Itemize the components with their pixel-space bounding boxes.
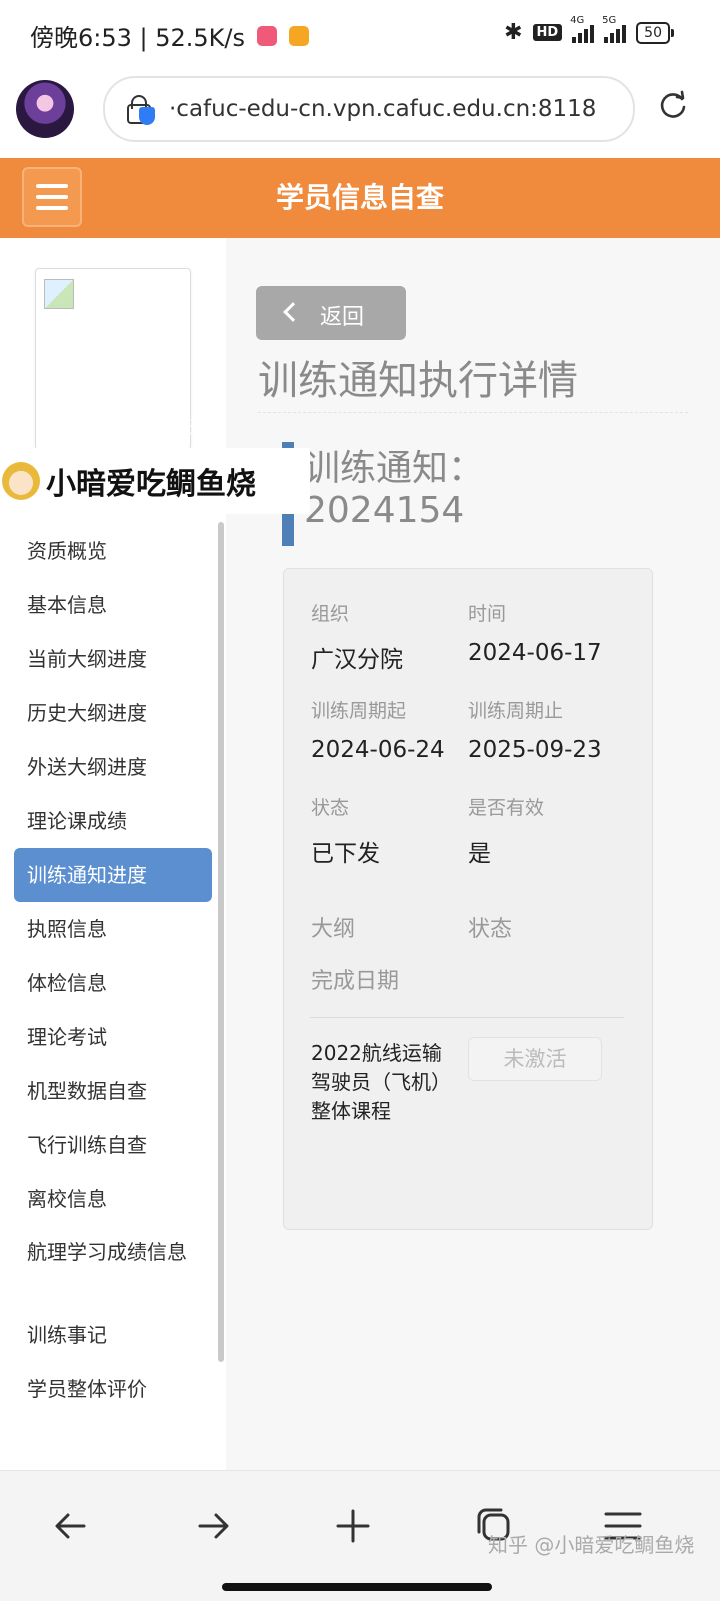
sidebar-item-medical-info[interactable]: 体检信息 xyxy=(14,956,212,1010)
sidebar-item-basic-info[interactable]: 基本信息 xyxy=(14,578,212,632)
time-field: 时间 2024-06-17 xyxy=(468,599,602,666)
card-divider xyxy=(310,1017,624,1018)
bluetooth-icon: ✱ xyxy=(504,20,523,45)
outline-column-header: 大纲 xyxy=(311,917,356,942)
notice-number: 2024154 xyxy=(304,490,465,531)
period-end-value: 2025-09-23 xyxy=(468,737,602,763)
new-tab-plus-icon[interactable] xyxy=(328,1501,378,1551)
hd-badge: HD xyxy=(532,24,563,41)
status-time-speed: 傍晚6:53 | 52.5K/s xyxy=(30,24,246,52)
course-name: 2022航线运输驾驶员（飞机）整体课程 xyxy=(311,1041,451,1123)
time-label: 时间 xyxy=(468,603,507,625)
signal-4g-icon: 4G xyxy=(570,15,595,43)
status-left: 傍晚6:53 | 52.5K/s xyxy=(30,18,310,53)
sidebar-item-history-outline-progress[interactable]: 历史大纲进度 xyxy=(14,686,212,740)
home-indicator[interactable] xyxy=(222,1583,492,1591)
course-status-badge: 未激活 xyxy=(468,1037,602,1081)
sidebar-item-qualification-overview[interactable]: 资质概览 xyxy=(14,524,212,578)
notification-app-icon xyxy=(257,25,278,46)
sidebar-item-leave-school-info[interactable]: 离校信息 xyxy=(14,1172,212,1226)
address-bar[interactable]: ·cafuc-edu-cn.vpn.cafuc.edu.cn:8118 xyxy=(103,76,635,142)
battery-icon: 50 xyxy=(636,21,674,44)
notice-heading: 训练通知： 2024154 xyxy=(304,448,484,532)
broken-image-icon xyxy=(44,279,74,309)
network-4g-label: 4G xyxy=(570,14,585,26)
status-label: 状态 xyxy=(311,797,350,819)
browser-bottom-nav: 知乎 @小暗爱吃鲷鱼烧 xyxy=(0,1470,720,1601)
status-value: 已下发 xyxy=(311,841,380,867)
sidebar-item-training-notice-progress[interactable]: 训练通知进度 xyxy=(14,848,212,902)
sidebar-item-aviation-theory-scores[interactable]: 航理学习成绩信息 xyxy=(14,1226,212,1308)
outline-status-column-header: 状态 xyxy=(468,917,513,942)
avatar[interactable] xyxy=(16,80,74,138)
back-button-label: 返回 xyxy=(320,305,365,330)
valid-field: 是否有效 是 xyxy=(468,793,544,868)
notice-heading-label: 训练通知： xyxy=(304,448,485,489)
watermark-bottom: 知乎 @小暗爱吃鲷鱼烧 xyxy=(488,1533,695,1557)
watermark-banner: 小暗爱吃鲷鱼烧 xyxy=(0,448,310,514)
watermark-banner-text: 小暗爱吃鲷鱼烧 xyxy=(46,467,256,502)
url-text[interactable]: ·cafuc-edu-cn.vpn.cafuc.edu.cn:8118 xyxy=(169,96,596,122)
browser-toolbar: ·cafuc-edu-cn.vpn.cafuc.edu.cn:8118 xyxy=(0,72,720,158)
chevron-left-icon xyxy=(283,302,303,322)
org-label: 组织 xyxy=(311,603,350,625)
period-start-label: 训练周期起 xyxy=(311,700,407,722)
student-photo xyxy=(35,268,191,450)
time-value: 2024-06-17 xyxy=(468,640,602,666)
period-end-field: 训练周期止 2025-09-23 xyxy=(468,696,602,763)
notice-detail-card: 组织 广汉分院 时间 2024-06-17 训练周期起 2024-06-24 训… xyxy=(283,568,653,1230)
status-right: ✱ HD 4G 5G 50 xyxy=(504,15,674,45)
complete-date-column-header: 完成日期 xyxy=(311,969,400,994)
sidebar-item-license-info[interactable]: 执照信息 xyxy=(14,902,212,956)
network-5g-label: 5G xyxy=(602,14,617,26)
org-field: 组织 广汉分院 xyxy=(311,599,403,674)
sidebar-scrollbar[interactable] xyxy=(218,522,224,1362)
status-bar: 傍晚6:53 | 52.5K/s ✱ HD 4G 5G 50 xyxy=(0,0,720,72)
sidebar-item-theory-exam[interactable]: 理论考试 xyxy=(14,1010,212,1064)
app-header: 学员信息自查 xyxy=(0,158,720,238)
sidebar-nav: 资质概览 基本信息 当前大纲进度 历史大纲进度 外送大纲进度 理论课成绩 训练通… xyxy=(14,524,212,1416)
back-button[interactable]: 返回 xyxy=(256,286,406,340)
signal-5g-icon: 5G xyxy=(602,15,627,43)
period-end-label: 训练周期止 xyxy=(468,700,564,722)
org-value: 广汉分院 xyxy=(311,647,403,673)
sidebar-item-training-records[interactable]: 训练事记 xyxy=(14,1308,212,1362)
valid-label: 是否有效 xyxy=(468,797,545,819)
battery-level: 50 xyxy=(644,24,662,41)
secure-lock-icon[interactable] xyxy=(125,94,155,125)
detail-heading: 训练通知执行详情 xyxy=(258,348,688,413)
anime-avatar-icon xyxy=(2,462,40,500)
sidebar-item-external-outline-progress[interactable]: 外送大纲进度 xyxy=(14,740,212,794)
back-arrow-icon[interactable] xyxy=(46,1501,96,1551)
reload-icon[interactable] xyxy=(658,90,688,120)
page-title: 学员信息自查 xyxy=(275,181,444,214)
period-start-field: 训练周期起 2024-06-24 xyxy=(311,696,445,763)
status-field: 状态 已下发 xyxy=(311,793,380,868)
forward-arrow-icon[interactable] xyxy=(188,1501,238,1551)
period-start-value: 2024-06-24 xyxy=(311,737,445,763)
sidebar-item-flight-training-check[interactable]: 飞行训练自查 xyxy=(14,1118,212,1172)
sidebar-item-theory-scores[interactable]: 理论课成绩 xyxy=(14,794,212,848)
sidebar-item-overall-evaluation[interactable]: 学员整体评价 xyxy=(14,1362,212,1416)
notification-app-icon-2 xyxy=(289,25,310,46)
watermark-top: 知乎 xyxy=(180,416,225,441)
sidebar-item-aircraft-data-check[interactable]: 机型数据自查 xyxy=(14,1064,212,1118)
main-content: 返回 训练通知执行详情 训练通知： 2024154 组织 广汉分院 时间 202… xyxy=(226,238,720,1470)
valid-value: 是 xyxy=(468,841,491,867)
sidebar-item-current-outline-progress[interactable]: 当前大纲进度 xyxy=(14,632,212,686)
